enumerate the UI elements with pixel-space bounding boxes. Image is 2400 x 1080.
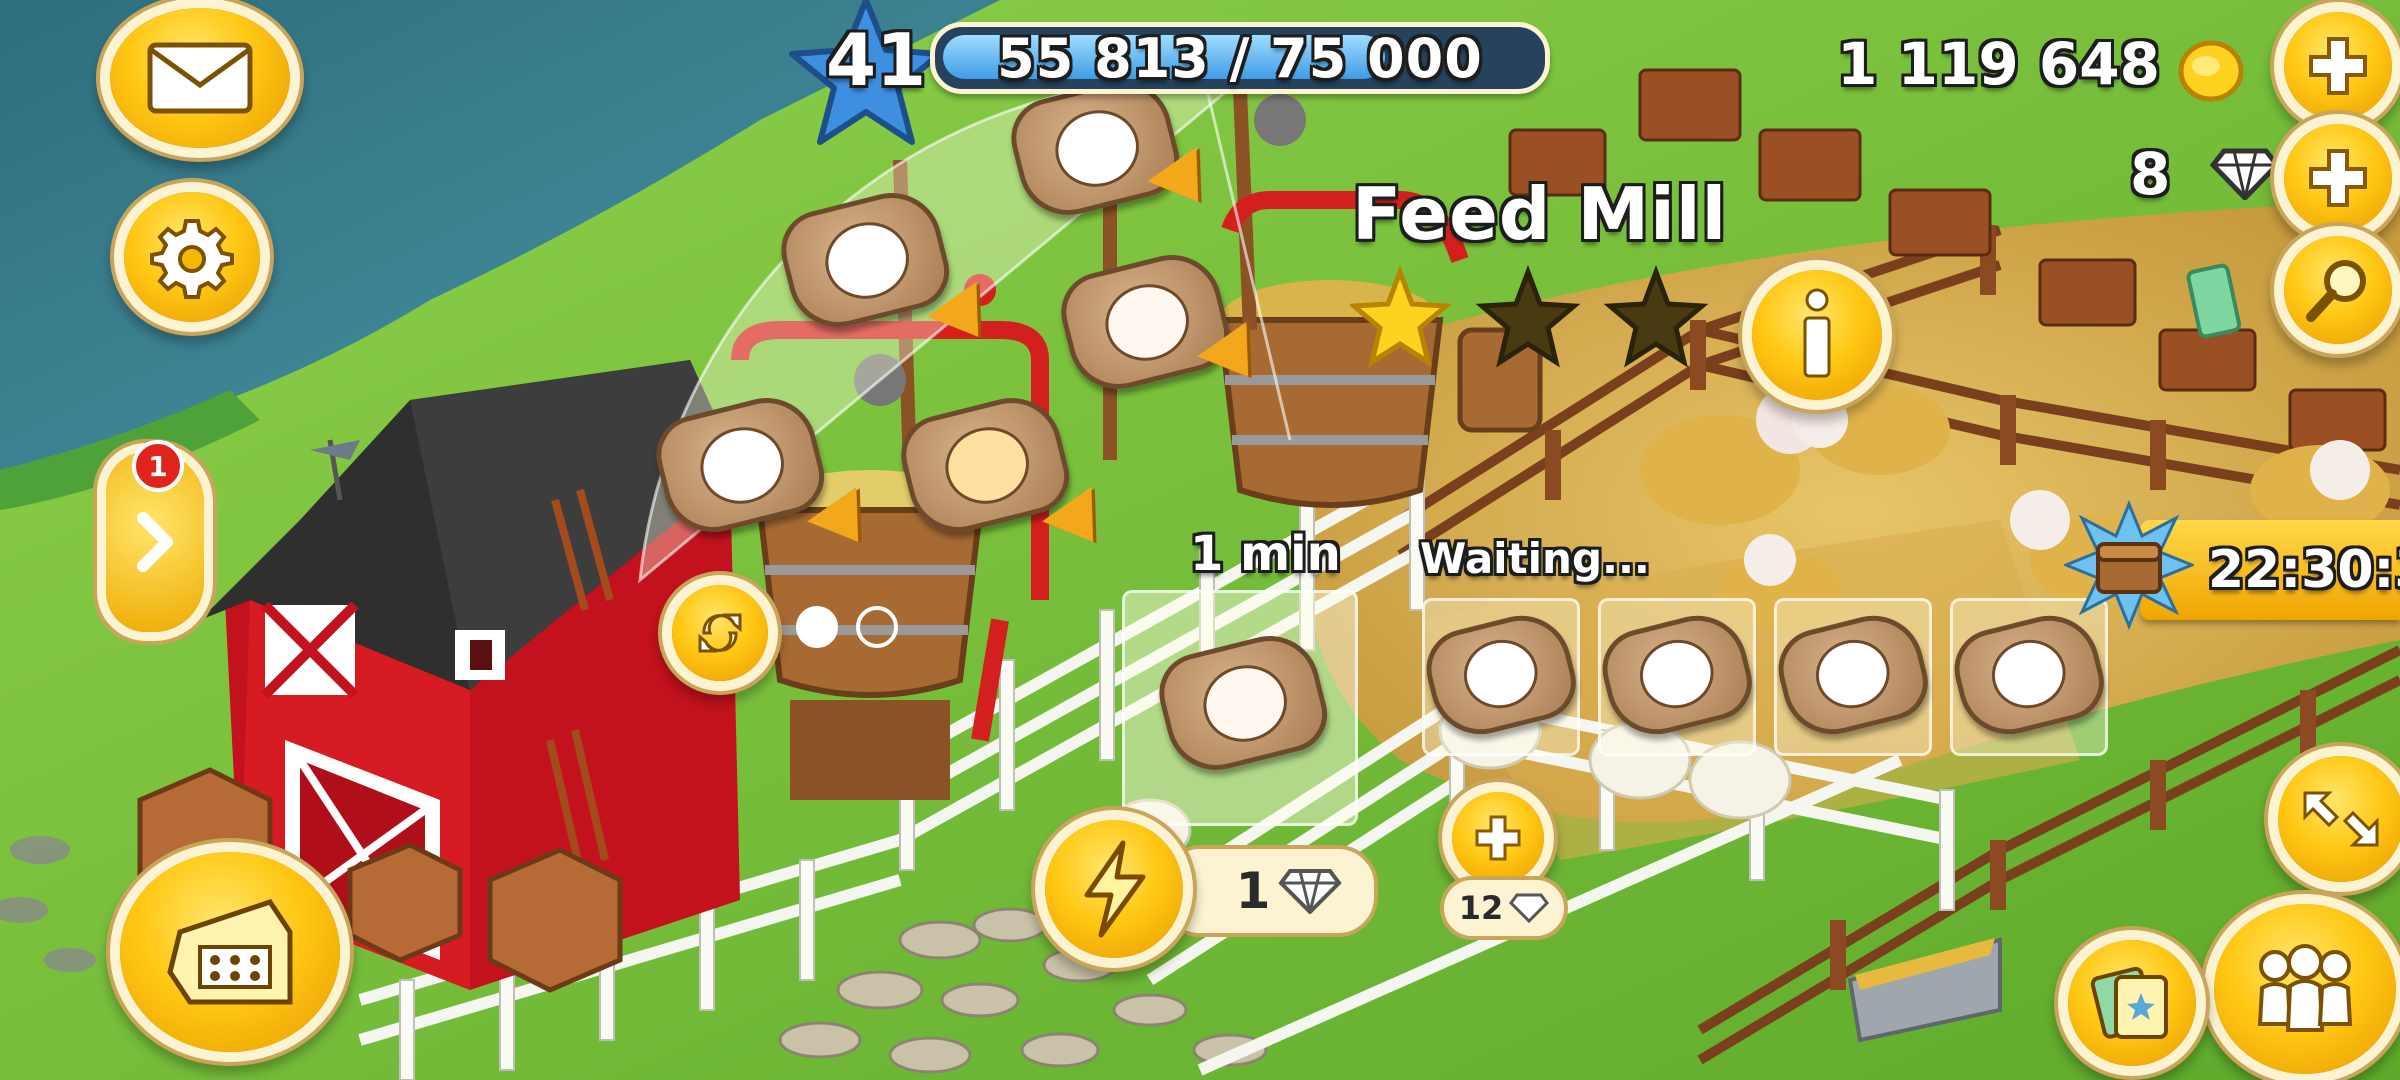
search-button[interactable]: [2284, 236, 2392, 344]
plus-icon: [1475, 815, 1521, 861]
newspaper-button[interactable]: [2068, 940, 2196, 1066]
xp-bar[interactable]: 55 813 / 75 000: [930, 22, 1550, 94]
pig-feed-icon: [1418, 605, 1584, 745]
building-title: Feed Mill: [1352, 172, 1728, 256]
pig-feed-icon: [1770, 605, 1936, 745]
notification-badge: 1: [132, 440, 184, 492]
star-empty-icon: [1603, 264, 1709, 368]
floating-dollar-icon: [2186, 263, 2242, 339]
speedup-cost-value: 1: [1235, 862, 1271, 920]
production-slot: [1122, 590, 1358, 826]
pig-feed-icon: [1594, 605, 1760, 745]
coin-icon: [2178, 40, 2244, 102]
speedup-cost: 1: [1160, 845, 1378, 937]
diamond-icon: [1278, 869, 1343, 914]
event-timer: 22:30:31: [2208, 540, 2400, 600]
coin-count: 1 119 648: [1837, 30, 2160, 98]
chicken-feed-icon: [1150, 625, 1336, 781]
page-dot-1[interactable]: [796, 606, 838, 648]
expand-arrows-icon: [2303, 791, 2379, 847]
envelope-icon: [147, 42, 253, 114]
production-timer: 1 min: [1190, 526, 1341, 582]
refresh-icon: [698, 613, 742, 653]
buy-coins-button[interactable]: [2284, 12, 2392, 120]
star-empty-icon: [1475, 264, 1581, 368]
queue-slot[interactable]: [1594, 598, 1760, 756]
recipe-page-button[interactable]: [672, 585, 768, 681]
speedup-button[interactable]: [1045, 820, 1183, 958]
add-slot-cost: 12: [1440, 876, 1568, 940]
info-button[interactable]: [1752, 270, 1882, 400]
info-icon: [1803, 288, 1831, 378]
buy-diamonds-button[interactable]: [2284, 124, 2392, 232]
diamond-count: 8: [2130, 140, 2171, 208]
people-icon: [2257, 944, 2353, 1032]
roadside-shop-button[interactable]: [120, 852, 340, 1052]
xp-text: 55 813 / 75 000: [997, 26, 1483, 90]
diamond-icon: [2210, 148, 2280, 200]
queue-status: Waiting...: [1420, 534, 1650, 583]
star-rating: [1350, 264, 1709, 368]
edit-mode-button[interactable]: [2278, 756, 2400, 882]
add-slot-cost-value: 12: [1458, 889, 1504, 927]
page-dot-2[interactable]: [856, 606, 898, 648]
lightning-icon: [1084, 840, 1146, 938]
gear-icon: [150, 219, 234, 299]
settings-button[interactable]: [124, 192, 260, 322]
treasure-chest-icon: [2064, 500, 2194, 630]
star-filled-icon: [1350, 264, 1453, 368]
plus-icon: [2309, 149, 2367, 207]
cards-icon: [2090, 966, 2168, 1039]
cash-register-icon: [167, 899, 293, 1005]
player-level: 41: [826, 18, 927, 102]
queue-slot[interactable]: [1770, 598, 1936, 756]
diamond-icon: [1509, 893, 1550, 923]
friends-button[interactable]: [2214, 904, 2396, 1074]
add-slot-button[interactable]: [1452, 792, 1544, 884]
queue-slot[interactable]: [1418, 598, 1584, 756]
magnifier-icon: [2306, 260, 2366, 322]
chevron-right-icon: [137, 512, 173, 572]
mail-button[interactable]: [110, 8, 290, 148]
plus-icon: [2309, 37, 2367, 95]
